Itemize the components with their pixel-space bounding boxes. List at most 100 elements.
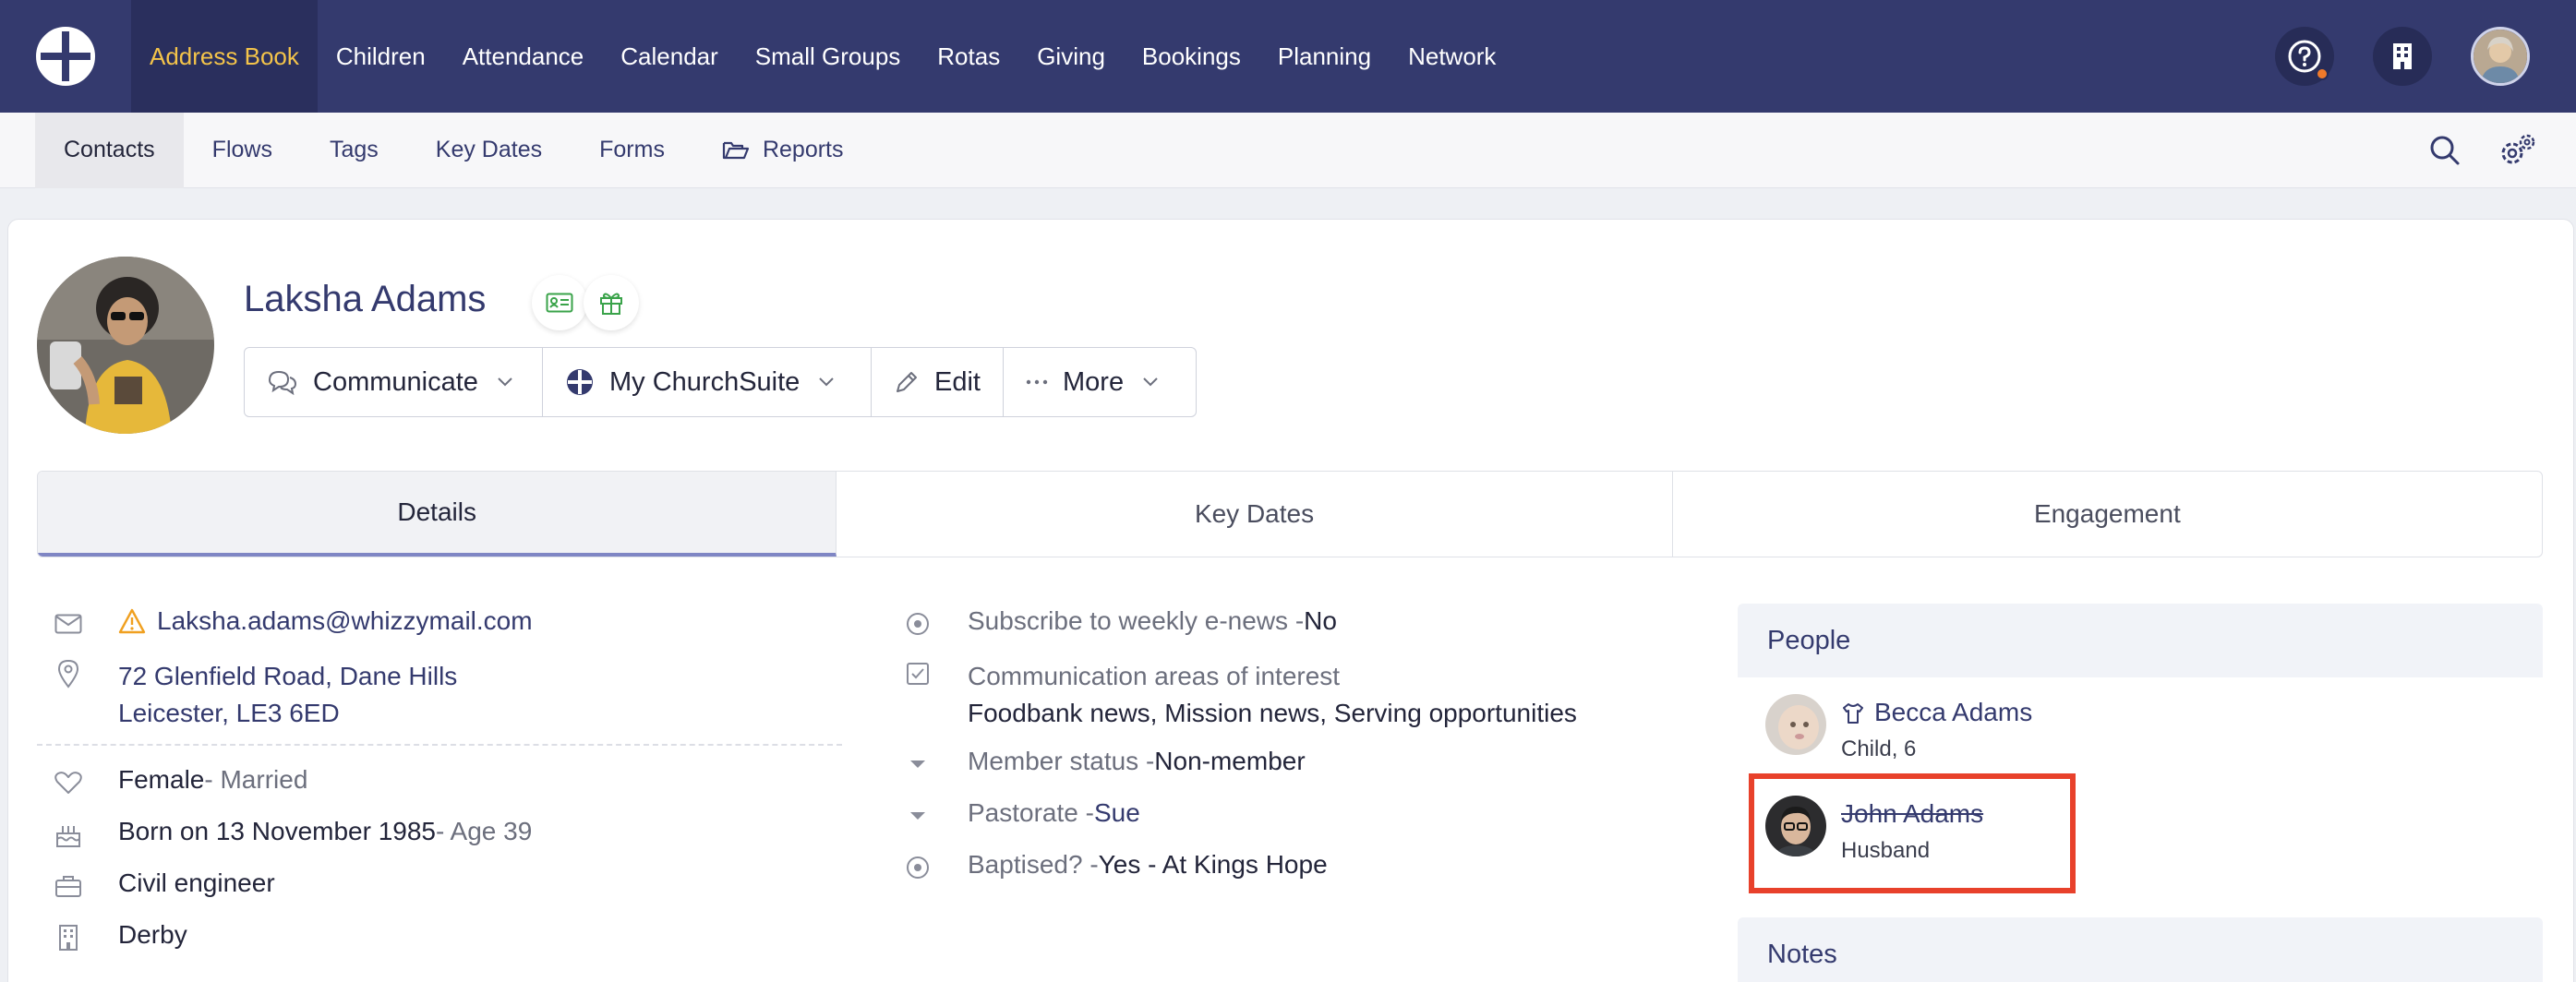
age: - Age 39 — [436, 817, 533, 845]
nav-network[interactable]: Network — [1390, 0, 1514, 113]
nav-bookings[interactable]: Bookings — [1124, 0, 1259, 113]
comments-icon — [268, 370, 297, 395]
gears-icon — [2501, 134, 2535, 164]
communicate-label: Communicate — [313, 366, 478, 397]
enews-row: Subscribe to weekly e-news - No — [907, 606, 1337, 636]
site-row: Derby — [59, 920, 187, 951]
communicate-dropdown[interactable]: Communicate — [245, 348, 543, 416]
giving-badge[interactable] — [584, 275, 639, 330]
chevron-down-icon — [819, 377, 835, 387]
nav-calendar[interactable]: Calendar — [602, 0, 737, 113]
pastorate-row: Pastorate - Sue — [910, 798, 1140, 828]
tab-engagement[interactable]: Engagement — [1673, 472, 2542, 557]
job-title: Civil engineer — [118, 868, 275, 897]
person-name[interactable]: Becca Adams — [1874, 698, 2032, 727]
tab-details[interactable]: Details — [38, 472, 837, 557]
chevron-down-icon — [498, 377, 512, 387]
churchsuite-logo-icon[interactable] — [0, 0, 131, 113]
envelope-icon — [53, 608, 84, 640]
pastorate-link[interactable]: Sue — [1094, 798, 1140, 828]
more-dropdown[interactable]: More — [1004, 348, 1196, 416]
child-avatar — [1765, 694, 1826, 755]
checkbox-icon — [902, 658, 933, 689]
contact-name: Laksha Adams — [244, 279, 487, 319]
site-name: Derby — [118, 920, 187, 949]
pencil-icon — [897, 372, 917, 392]
subnav-tags[interactable]: Tags — [301, 113, 407, 188]
caret-down-icon — [902, 748, 933, 780]
person-relation: Child, 6 — [1841, 736, 1917, 761]
child-shirt-icon — [1841, 701, 1865, 730]
address-row: 72 Glenfield Road, Dane Hills Leicester,… — [57, 658, 457, 732]
chevron-down-icon — [1143, 377, 1158, 387]
briefcase-icon — [53, 870, 84, 902]
birthday-row: Born on 13 November 1985 - Age 39 — [56, 817, 533, 847]
building-icon — [53, 922, 84, 953]
edit-button[interactable]: Edit — [872, 348, 1004, 416]
nav-giving[interactable]: Giving — [1018, 0, 1124, 113]
subnav-key-dates[interactable]: Key Dates — [407, 113, 571, 188]
sub-navbar: Contacts Flows Tags Key Dates Forms Repo… — [0, 112, 2576, 188]
baptised-label: Baptised? - — [968, 850, 1099, 879]
birthday-cake-icon — [53, 819, 84, 850]
building-icon — [2393, 43, 2412, 69]
search-icon — [2430, 136, 2460, 165]
highlight-box — [1749, 773, 2076, 893]
people-panel-heading: People — [1738, 604, 2543, 677]
nav-rotas[interactable]: Rotas — [919, 0, 1018, 113]
nav-attendance[interactable]: Attendance — [444, 0, 603, 113]
notes-panel-heading: Notes — [1738, 917, 2543, 982]
nav-small-groups[interactable]: Small Groups — [737, 0, 920, 113]
churchsuite-icon — [567, 369, 593, 395]
person-becca[interactable]: Becca Adams Child, 6 — [1765, 694, 2079, 761]
help-button[interactable] — [2275, 27, 2334, 86]
my-churchsuite-label: My ChurchSuite — [609, 366, 800, 397]
baptised-row: Baptised? - Yes - At Kings Hope — [907, 850, 1328, 880]
birth-date: Born on 13 November 1985 — [118, 817, 436, 845]
tab-key-dates[interactable]: Key Dates — [837, 472, 1673, 557]
nav-planning[interactable]: Planning — [1259, 0, 1390, 113]
subnav-forms[interactable]: Forms — [571, 113, 693, 188]
caret-down-icon — [902, 800, 933, 832]
subnav-reports-label: Reports — [762, 137, 844, 162]
my-churchsuite-dropdown[interactable]: My ChurchSuite — [543, 348, 872, 416]
radio-icon — [902, 852, 933, 883]
warning-icon — [118, 608, 146, 634]
subnav-reports[interactable]: Reports — [693, 113, 873, 188]
subnav-flows[interactable]: Flows — [184, 113, 301, 188]
more-label: More — [1063, 366, 1125, 397]
radio-icon — [902, 608, 933, 640]
sex-value: Female — [118, 765, 205, 794]
heart-icon — [53, 767, 84, 798]
interests-label: Communication areas of interest — [968, 662, 1341, 690]
user-avatar[interactable] — [2471, 27, 2530, 86]
member-status-value: Non-member — [1154, 747, 1306, 775]
nav-address-book[interactable]: Address Book — [131, 0, 318, 113]
settings-button[interactable] — [2495, 128, 2539, 173]
member-status-label: Member status - — [968, 747, 1155, 775]
sex-row: Female - Married — [54, 765, 308, 795]
job-row: Civil engineer — [55, 868, 275, 898]
member-status-row: Member status - Non-member — [910, 747, 1306, 776]
search-button[interactable] — [2423, 128, 2467, 173]
marital-status: - Married — [204, 765, 308, 794]
address-line-1[interactable]: 72 Glenfield Road, Dane Hills — [118, 658, 457, 695]
notification-dot — [2316, 67, 2329, 80]
edit-label: Edit — [934, 366, 981, 397]
contact-actions: Communicate My ChurchSuite Edit More — [244, 347, 1197, 417]
ellipsis-icon — [1026, 379, 1048, 385]
subnav-contacts[interactable]: Contacts — [35, 112, 184, 188]
enews-label: Subscribe to weekly e-news - — [968, 606, 1305, 635]
baptised-value: Yes - At Kings Hope — [1098, 850, 1328, 879]
nav-children[interactable]: Children — [318, 0, 444, 113]
email-row: Laksha.adams@whizzymail.com — [54, 606, 533, 636]
contact-photo[interactable] — [37, 257, 214, 434]
email-link[interactable]: Laksha.adams@whizzymail.com — [157, 606, 533, 636]
map-marker-icon — [53, 658, 84, 689]
contact-card-badge[interactable] — [532, 275, 587, 330]
gift-icon — [600, 293, 622, 315]
contact-tabs: Details Key Dates Engagement — [37, 471, 2543, 557]
address-line-2[interactable]: Leicester, LE3 6ED — [118, 695, 340, 732]
details-divider — [37, 744, 842, 746]
organisation-button[interactable] — [2373, 27, 2432, 86]
